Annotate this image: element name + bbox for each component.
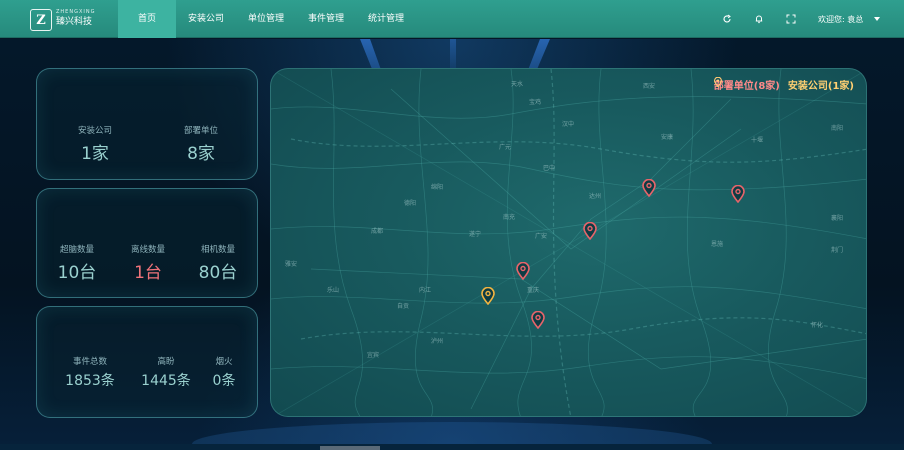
top-navbar: Z ZHENGXING 臻兴科技 首页 安装公司 单位管理 事件管理 统计管理 …	[0, 0, 904, 38]
bottom-strip	[0, 444, 904, 450]
city-label: 自贡	[397, 303, 410, 310]
city-label: 成都	[371, 228, 384, 235]
stat-label: 高盼	[157, 357, 175, 367]
stat-event-total: 事件总数 1853条	[55, 355, 125, 390]
unit-location-pin[interactable]	[642, 179, 656, 197]
stat-superbrain-count: 超脑数量 10台	[45, 243, 109, 283]
scroll-indicator[interactable]	[320, 446, 380, 450]
city-label: 南阳	[831, 125, 844, 132]
unit-location-pin[interactable]	[731, 185, 745, 203]
nav-item-unit-management[interactable]: 单位管理	[236, 0, 296, 38]
stat-camera-count: 相机数量 80台	[185, 243, 251, 283]
legend-deployed-units[interactable]: 部署单位(8家)	[714, 77, 780, 92]
city-label: 怀化	[811, 322, 824, 329]
stat-value: 10台	[57, 263, 97, 283]
stat-label: 相机数量	[200, 245, 235, 255]
install-company-location-pin[interactable]	[481, 287, 495, 305]
event-stats-panel: 事件总数 1853条 高盼 1445条 烟火 0条	[36, 306, 258, 418]
nav-item-event-management[interactable]: 事件管理	[296, 0, 356, 38]
company-stats-panel: 安装公司 1家 部署单位 8家	[36, 68, 258, 180]
stat-high-alert: 高盼 1445条	[131, 355, 201, 390]
city-label: 天水	[511, 81, 524, 88]
city-label: 安康	[661, 134, 674, 141]
map-legend: 部署单位(8家) 安装公司(1家)	[714, 77, 854, 92]
stat-value: 8家	[187, 144, 215, 164]
city-label: 荆门	[831, 247, 844, 254]
city-label: 广元	[499, 144, 512, 151]
stat-label: 离线数量	[130, 245, 165, 255]
unit-location-pin[interactable]	[583, 222, 597, 240]
deployment-map[interactable]: 天水 宝鸡 西安 汉中 安康 十堰 广元 巴中 达州 绵阳 德阳 南充 成都 遂…	[270, 68, 867, 417]
unit-location-pin[interactable]	[531, 311, 545, 329]
main-nav: 首页 安装公司 单位管理 事件管理 统计管理	[118, 0, 416, 38]
brand-name-cn: 臻兴科技	[56, 17, 93, 27]
stat-value: 1853条	[65, 373, 115, 389]
stat-value: 1445条	[141, 373, 191, 389]
stat-offline-count: 离线数量 1台	[117, 243, 179, 283]
refresh-icon[interactable]	[721, 13, 733, 25]
stat-install-company: 安装公司 1家	[59, 124, 131, 164]
city-label: 乐山	[327, 287, 340, 294]
chevron-down-icon[interactable]	[874, 17, 880, 21]
city-label: 十堰	[751, 137, 764, 144]
nav-item-home[interactable]: 首页	[118, 0, 176, 38]
device-stats-panel: 超脑数量 10台 离线数量 1台 相机数量 80台	[36, 188, 258, 298]
city-label: 恩施	[711, 241, 724, 248]
stat-value: 1家	[81, 144, 109, 164]
city-label: 绵阳	[431, 184, 444, 191]
city-label: 西安	[643, 83, 656, 90]
legend-install-company[interactable]: 安装公司(1家)	[713, 77, 854, 92]
stat-value: 0条	[212, 373, 236, 389]
bell-icon[interactable]	[753, 13, 765, 25]
city-label: 巴中	[543, 165, 556, 172]
nav-item-install-company[interactable]: 安装公司	[176, 0, 236, 38]
city-label: 雅安	[285, 261, 298, 268]
city-label: 泸州	[431, 338, 444, 345]
company-logo[interactable]: Z	[30, 9, 52, 31]
city-label: 宝鸡	[529, 99, 542, 106]
city-label: 襄阳	[831, 215, 844, 222]
city-label: 达州	[589, 193, 602, 200]
location-pin-icon	[713, 77, 722, 87]
stat-deployed-units: 部署单位 8家	[165, 124, 237, 164]
city-label: 内江	[419, 287, 432, 294]
brand-name-en: ZHENGXING	[56, 9, 96, 15]
city-label: 汉中	[562, 121, 575, 128]
legend-install-label: 安装公司(1家)	[787, 81, 854, 92]
stat-label: 超脑数量	[59, 245, 94, 255]
stat-label: 事件总数	[72, 357, 107, 367]
city-label: 广安	[535, 233, 548, 240]
city-label: 重庆	[527, 287, 540, 294]
city-label: 德阳	[404, 200, 417, 207]
stat-value: 80台	[198, 263, 238, 283]
unit-location-pin[interactable]	[516, 262, 530, 280]
welcome-user[interactable]: 欢迎您: 袁总	[818, 0, 863, 38]
stat-label: 安装公司	[77, 126, 112, 136]
brand-name: ZHENGXING 臻兴科技	[56, 9, 95, 28]
city-label: 遂宁	[469, 231, 482, 238]
stat-value: 1台	[134, 263, 162, 283]
stat-label: 部署单位	[183, 126, 218, 136]
stat-label: 烟火	[215, 357, 233, 367]
fullscreen-icon[interactable]	[785, 13, 797, 25]
legend-units-label: 部署单位(8家)	[713, 81, 780, 92]
city-label: 南充	[503, 214, 516, 221]
stat-smoke-fire: 烟火 0条	[201, 355, 247, 390]
city-label: 宜宾	[367, 352, 380, 359]
nav-item-statistics-management[interactable]: 统计管理	[356, 0, 416, 38]
